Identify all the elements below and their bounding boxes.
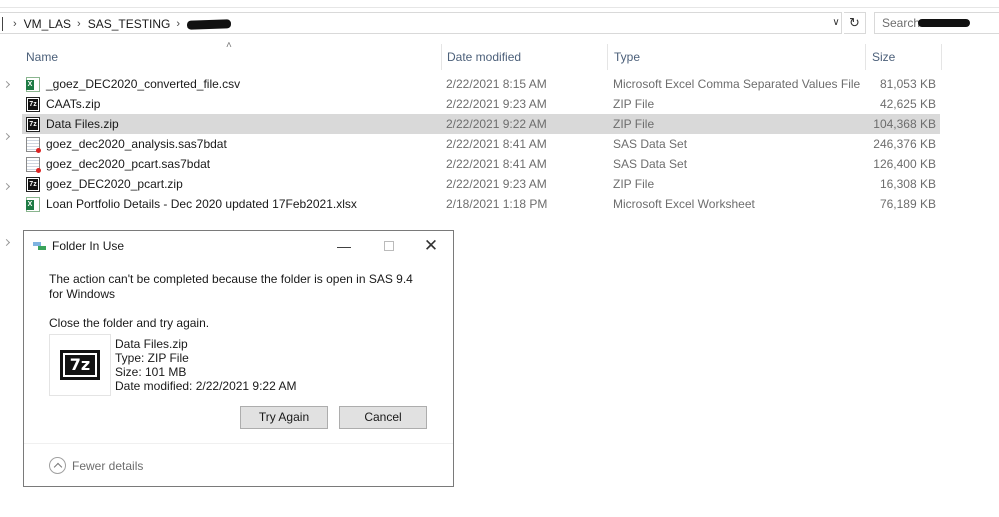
file-row[interactable]: goez_dec2020_pcart.sas7bdat 2/22/2021 8:4… xyxy=(22,154,940,174)
file-row[interactable]: _goez_DEC2020_converted_file.csv 2/22/202… xyxy=(22,74,940,94)
file-info-size: Size: 101 MB xyxy=(115,365,187,379)
column-header-name[interactable]: Name xyxy=(20,44,442,70)
close-icon[interactable]: ✕ xyxy=(421,237,441,255)
expand-chevron-icon[interactable] xyxy=(2,80,11,89)
breadcrumb-chevron-icon[interactable]: › xyxy=(7,18,24,30)
file-row[interactable]: CAATs.zip 2/22/2021 9:23 AM ZIP File 42,625… xyxy=(22,94,940,114)
dialog-instruction: Close the folder and try again. xyxy=(49,316,210,330)
file-date: 2/22/2021 8:15 AM xyxy=(446,77,547,91)
file-date: 2/22/2021 9:23 AM xyxy=(446,97,547,111)
file-info-type: Type: ZIP File xyxy=(115,351,189,365)
file-row[interactable]: Data Files.zip 2/22/2021 9:22 AM ZIP File 1… xyxy=(22,114,940,134)
file-row[interactable]: Loan Portfolio Details - Dec 2020 update… xyxy=(22,194,940,214)
file-date: 2/22/2021 8:41 AM xyxy=(446,157,547,171)
excel-icon xyxy=(26,196,40,212)
file-date: 2/22/2021 9:23 AM xyxy=(446,177,547,191)
file-type: ZIP File xyxy=(613,97,655,111)
breadcrumb-chevron-icon[interactable]: › xyxy=(170,18,187,30)
file-size: 246,376 KB xyxy=(873,137,936,151)
refresh-icon[interactable]: ↻ xyxy=(844,12,866,34)
file-name: goez_DEC2020_pcart.zip xyxy=(46,177,183,191)
file-name: Loan Portfolio Details - Dec 2020 update… xyxy=(46,197,357,211)
file-info: Data Files.zip Type: ZIP File Size: 101 … xyxy=(115,337,296,393)
file-date: 2/22/2021 8:41 AM xyxy=(446,137,547,151)
file-name-cell[interactable]: Data Files.zip xyxy=(26,114,444,134)
address-dropdown-icon[interactable]: ∨ xyxy=(829,16,843,30)
file-type: SAS Data Set xyxy=(613,157,688,171)
window-top-strip xyxy=(0,0,999,8)
file-type: Microsoft Excel Comma Separated Values F… xyxy=(613,77,861,91)
file-name-cell[interactable]: goez_dec2020_pcart.sas7bdat xyxy=(26,154,444,174)
file-name-cell[interactable]: _goez_DEC2020_converted_file.csv xyxy=(26,74,444,94)
fewer-details-toggle[interactable]: Fewer details xyxy=(49,457,143,474)
breadcrumb-chevron-icon[interactable]: › xyxy=(71,18,88,30)
cancel-button[interactable]: Cancel xyxy=(339,406,427,429)
file-size: 76,189 KB xyxy=(879,197,936,211)
dialog-divider xyxy=(24,443,453,444)
navigation-pane xyxy=(0,44,14,517)
redacted-search-text xyxy=(918,19,970,27)
file-transfer-icon xyxy=(33,240,47,252)
column-header-date[interactable]: Date modified xyxy=(441,44,608,70)
file-row[interactable]: goez_DEC2020_pcart.zip 2/22/2021 9:23 AM Z… xyxy=(22,174,940,194)
file-size: 42,625 KB xyxy=(879,97,936,111)
excel-csv-icon xyxy=(26,76,40,92)
7zip-icon xyxy=(26,96,40,112)
file-size: 16,308 KB xyxy=(879,177,936,191)
dialog-title-bar[interactable]: Folder In Use — ✕ xyxy=(24,231,453,261)
7zip-icon xyxy=(26,176,40,192)
try-again-button[interactable]: Try Again xyxy=(240,406,328,429)
sas-dataset-icon xyxy=(26,136,41,153)
chevron-up-icon[interactable] xyxy=(49,457,66,474)
file-type: SAS Data Set xyxy=(613,137,688,151)
expand-chevron-icon[interactable] xyxy=(2,132,11,141)
file-type: ZIP File xyxy=(613,177,655,191)
breadcrumb: › VM_LAS › SAS_TESTING › xyxy=(2,15,232,33)
file-info-name: Data Files.zip xyxy=(115,337,188,351)
7zip-icon xyxy=(26,116,40,132)
dialog-title: Folder In Use xyxy=(52,239,125,253)
file-row[interactable]: goez_dec2020_analysis.sas7bdat 2/22/2021 … xyxy=(22,134,940,154)
file-date: 2/22/2021 9:22 AM xyxy=(446,117,547,131)
sas-dataset-icon xyxy=(26,156,41,173)
column-header-size[interactable]: Size xyxy=(866,44,942,70)
file-name-cell[interactable]: goez_dec2020_analysis.sas7bdat xyxy=(26,134,444,154)
file-type: Microsoft Excel Worksheet xyxy=(613,197,755,211)
file-name-cell[interactable]: goez_DEC2020_pcart.zip xyxy=(26,174,444,194)
file-date: 2/18/2021 1:18 PM xyxy=(446,197,548,211)
dialog-message: The action can't be completed because th… xyxy=(49,272,413,301)
redacted-folder-name xyxy=(186,18,232,30)
file-name: goez_dec2020_pcart.sas7bdat xyxy=(46,157,211,171)
fewer-details-label: Fewer details xyxy=(72,458,144,473)
expand-chevron-icon[interactable] xyxy=(2,238,11,247)
file-name: _goez_DEC2020_converted_file.csv xyxy=(46,77,241,91)
file-name: CAATs.zip xyxy=(46,97,101,111)
folder-in-use-dialog: Folder In Use — ✕ The action can't be co… xyxy=(23,230,454,487)
breadcrumb-sas-testing[interactable]: SAS_TESTING xyxy=(88,17,171,31)
file-size: 81,053 KB xyxy=(879,77,936,91)
maximize-icon xyxy=(379,237,399,255)
breadcrumb-vm-las[interactable]: VM_LAS xyxy=(24,17,71,31)
file-name-cell[interactable]: CAATs.zip xyxy=(26,94,444,114)
file-name-cell[interactable]: Loan Portfolio Details - Dec 2020 update… xyxy=(26,194,444,214)
minimize-icon[interactable]: — xyxy=(334,237,354,255)
search-placeholder: Search xyxy=(882,16,921,30)
file-size: 126,400 KB xyxy=(873,157,936,171)
file-type: ZIP File xyxy=(613,117,655,131)
7zip-large-icon: 7z xyxy=(49,334,111,396)
column-header-type[interactable]: Type xyxy=(608,44,866,70)
file-info-date: Date modified: 2/22/2021 9:22 AM xyxy=(115,379,297,393)
file-name: goez_dec2020_analysis.sas7bdat xyxy=(46,137,227,151)
expand-chevron-icon[interactable] xyxy=(2,182,11,191)
file-size: 104,368 KB xyxy=(873,117,936,131)
file-name: Data Files.zip xyxy=(46,117,119,131)
